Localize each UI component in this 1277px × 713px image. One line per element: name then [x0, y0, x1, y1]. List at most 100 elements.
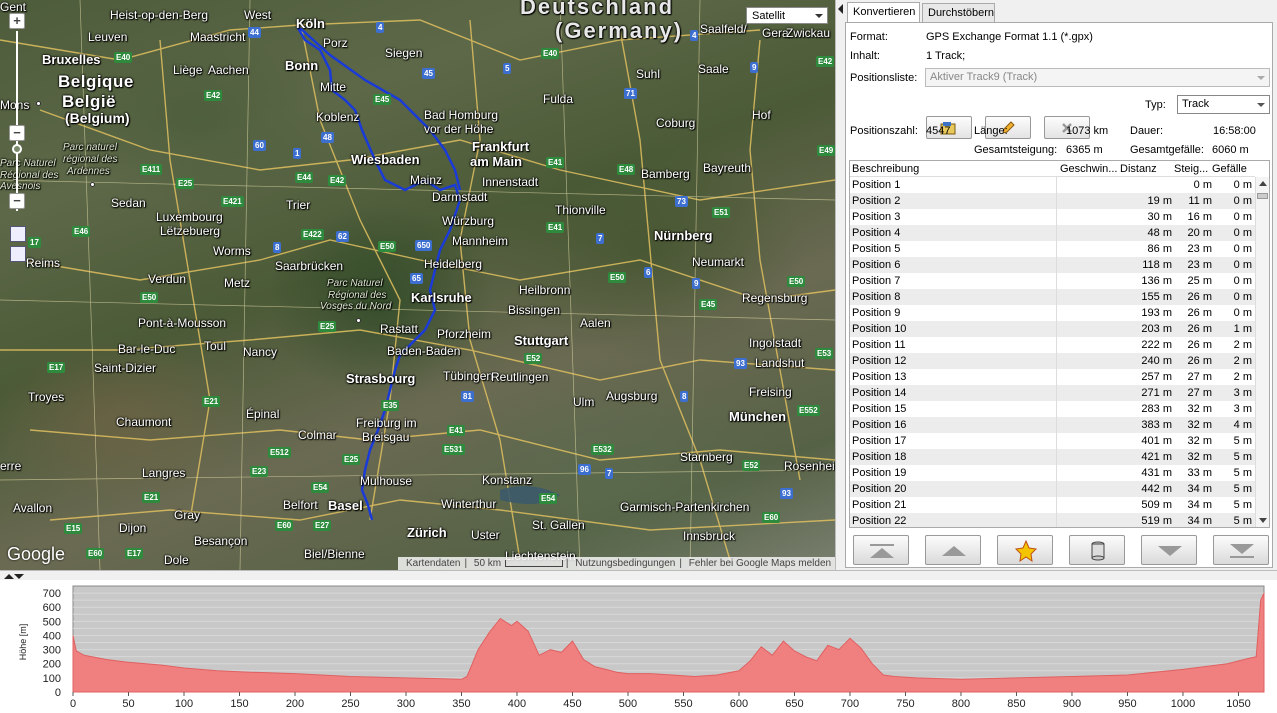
move-up-button[interactable]	[925, 535, 981, 565]
x-tick-label: 1000	[1171, 698, 1195, 710]
collapse-left-icon[interactable]	[838, 4, 843, 14]
cell-distance: 271 m	[1141, 387, 1172, 399]
mark-button[interactable]	[997, 535, 1053, 565]
collapse-down-icon[interactable]	[14, 574, 24, 579]
table-row[interactable]: Position 7 136 m 25 m 0 m	[850, 273, 1255, 289]
zoom-out-button[interactable]: −	[9, 193, 25, 209]
table-row[interactable]: Position 22 519 m 34 m 5 m	[850, 513, 1255, 527]
table-row[interactable]: Position 1 0 m 0 m	[850, 177, 1255, 193]
map-data-link[interactable]: Kartendaten	[402, 558, 465, 569]
cell-distance: 383 m	[1141, 419, 1172, 431]
table-row[interactable]: Position 16 383 m 32 m 4 m	[850, 417, 1255, 433]
move-first-button[interactable]	[853, 535, 909, 565]
map-marker[interactable]	[90, 182, 95, 187]
map-place-label: (Belgium)	[65, 110, 130, 126]
format-label: Format:	[850, 31, 888, 43]
map-place-label: Saale	[698, 62, 729, 76]
col-description[interactable]: Beschreibung	[852, 163, 919, 175]
zoom-out-mid-button[interactable]: −	[9, 125, 25, 141]
road-number-shield: E60	[762, 512, 781, 523]
table-row[interactable]: Position 21 509 m 34 m 5 m	[850, 497, 1255, 513]
move-last-button[interactable]	[1213, 535, 1269, 565]
map-place-label: Deutschland	[520, 0, 675, 19]
table-row[interactable]: Position 18 421 m 32 m 5 m	[850, 449, 1255, 465]
road-number-shield: 4	[376, 22, 385, 33]
map-place-label: Vosges du Nord	[320, 301, 392, 312]
horizontal-splitter[interactable]	[0, 570, 1277, 580]
table-row[interactable]: Position 14 271 m 27 m 3 m	[850, 385, 1255, 401]
x-tick-label: 700	[841, 698, 859, 710]
table-row[interactable]: Position 12 240 m 26 m 2 m	[850, 353, 1255, 369]
road-number-shield: 1	[293, 148, 302, 159]
table-row[interactable]: Position 3 30 m 16 m 0 m	[850, 209, 1255, 225]
table-row[interactable]: Position 13 257 m 27 m 2 m	[850, 369, 1255, 385]
cell-description: Position 15	[852, 403, 907, 415]
road-number-shield: E512	[268, 447, 291, 458]
map-marker[interactable]	[36, 101, 41, 106]
terms-link[interactable]: Nutzungsbedingungen	[571, 558, 679, 569]
database-button[interactable]	[1069, 535, 1125, 565]
cell-ascent: 32 m	[1187, 435, 1212, 447]
road-number-shield: E49	[817, 145, 835, 156]
road-number-shield: E51	[712, 207, 731, 218]
road-number-shield: E60	[275, 520, 294, 531]
cell-distance: 519 m	[1141, 515, 1172, 527]
table-row[interactable]: Position 8 155 m 26 m 0 m	[850, 289, 1255, 305]
chevron-down-icon	[815, 14, 823, 18]
table-row[interactable]: Position 10 203 m 26 m 1 m	[850, 321, 1255, 337]
table-row[interactable]: Position 15 283 m 32 m 3 m	[850, 401, 1255, 417]
app-window: 4 44 4 E40 E40 45 5 9 E42 E45 71 E42 60 1 48 E44 E42 E411…	[0, 0, 1277, 713]
zoom-in-button[interactable]: +	[9, 13, 25, 29]
col-ascent[interactable]: Steig...	[1174, 163, 1208, 175]
road-number-shield: E40	[114, 52, 133, 63]
type-select[interactable]: Track	[1177, 95, 1270, 114]
page-view-icon[interactable]	[10, 246, 26, 262]
map-place-label: Zürich	[407, 525, 447, 540]
col-distance[interactable]: Distanz	[1120, 163, 1157, 175]
y-tick-label: 600	[43, 602, 61, 614]
table-row[interactable]: Position 4 48 m 20 m 0 m	[850, 225, 1255, 241]
road-number-shield: 650	[415, 240, 433, 251]
road-number-shield: 17	[28, 237, 41, 248]
col-descent[interactable]: Gefälle	[1212, 163, 1247, 175]
zoom-slider-track[interactable]	[16, 31, 18, 211]
tab-convert[interactable]: Konvertieren	[847, 2, 920, 24]
map-place-label: Augsburg	[606, 389, 658, 403]
cell-descent: 3 m	[1233, 387, 1252, 399]
table-row[interactable]: Position 9 193 m 26 m 0 m	[850, 305, 1255, 321]
table-row[interactable]: Position 5 86 m 23 m 0 m	[850, 241, 1255, 257]
map-type-select[interactable]: Satellit	[746, 7, 828, 24]
scroll-up-icon[interactable]	[1259, 181, 1267, 186]
map-view[interactable]: 4 44 4 E40 E40 45 5 9 E42 E45 71 E42 60 1 48 E44 E42 E411…	[0, 0, 835, 570]
poslist-select[interactable]: Aktiver Track9 (Track)	[925, 68, 1270, 87]
vertical-splitter[interactable]	[835, 0, 845, 570]
road-number-shield: 6	[644, 267, 653, 278]
zoom-area-icon[interactable]	[10, 226, 26, 242]
road-number-shield: 45	[422, 68, 435, 79]
col-speed[interactable]: Geschwin...	[1060, 163, 1118, 175]
cell-description: Position 14	[852, 387, 907, 399]
map-marker[interactable]	[356, 318, 361, 323]
expand-up-icon[interactable]	[4, 574, 14, 579]
zoom-slider-knob[interactable]	[12, 144, 22, 154]
cell-descent: 0 m	[1233, 227, 1252, 239]
move-down-button[interactable]	[1141, 535, 1197, 565]
positions-table[interactable]: Beschreibung Geschwin... Distanz Steig..…	[849, 160, 1270, 528]
table-row[interactable]: Position 2 19 m 11 m 0 m	[850, 193, 1255, 209]
map-place-label: Saint-Dizier	[94, 361, 157, 375]
tab-browse[interactable]: Durchstöbern	[922, 3, 995, 23]
report-error-link[interactable]: Fehler bei Google Maps melden	[685, 558, 835, 569]
table-row[interactable]: Position 17 401 m 32 m 5 m	[850, 433, 1255, 449]
scroll-thumb[interactable]	[1257, 193, 1268, 199]
road-number-shield: 81	[461, 391, 474, 402]
table-row[interactable]: Position 11 222 m 26 m 2 m	[850, 337, 1255, 353]
table-scrollbar[interactable]	[1255, 177, 1269, 527]
map-place-label: Würzburg	[442, 214, 495, 228]
table-row[interactable]: Position 6 118 m 23 m 0 m	[850, 257, 1255, 273]
road-number-shield: 65	[410, 273, 423, 284]
scroll-down-icon[interactable]	[1259, 518, 1267, 523]
elevation-profile-chart[interactable]: 0 100 200 300 400 500 600 700 0 50 100 150 200 250 30…	[0, 580, 1277, 713]
table-row[interactable]: Position 20 442 m 34 m 5 m	[850, 481, 1255, 497]
road-number-shield: E54	[539, 493, 558, 504]
table-row[interactable]: Position 19 431 m 33 m 5 m	[850, 465, 1255, 481]
